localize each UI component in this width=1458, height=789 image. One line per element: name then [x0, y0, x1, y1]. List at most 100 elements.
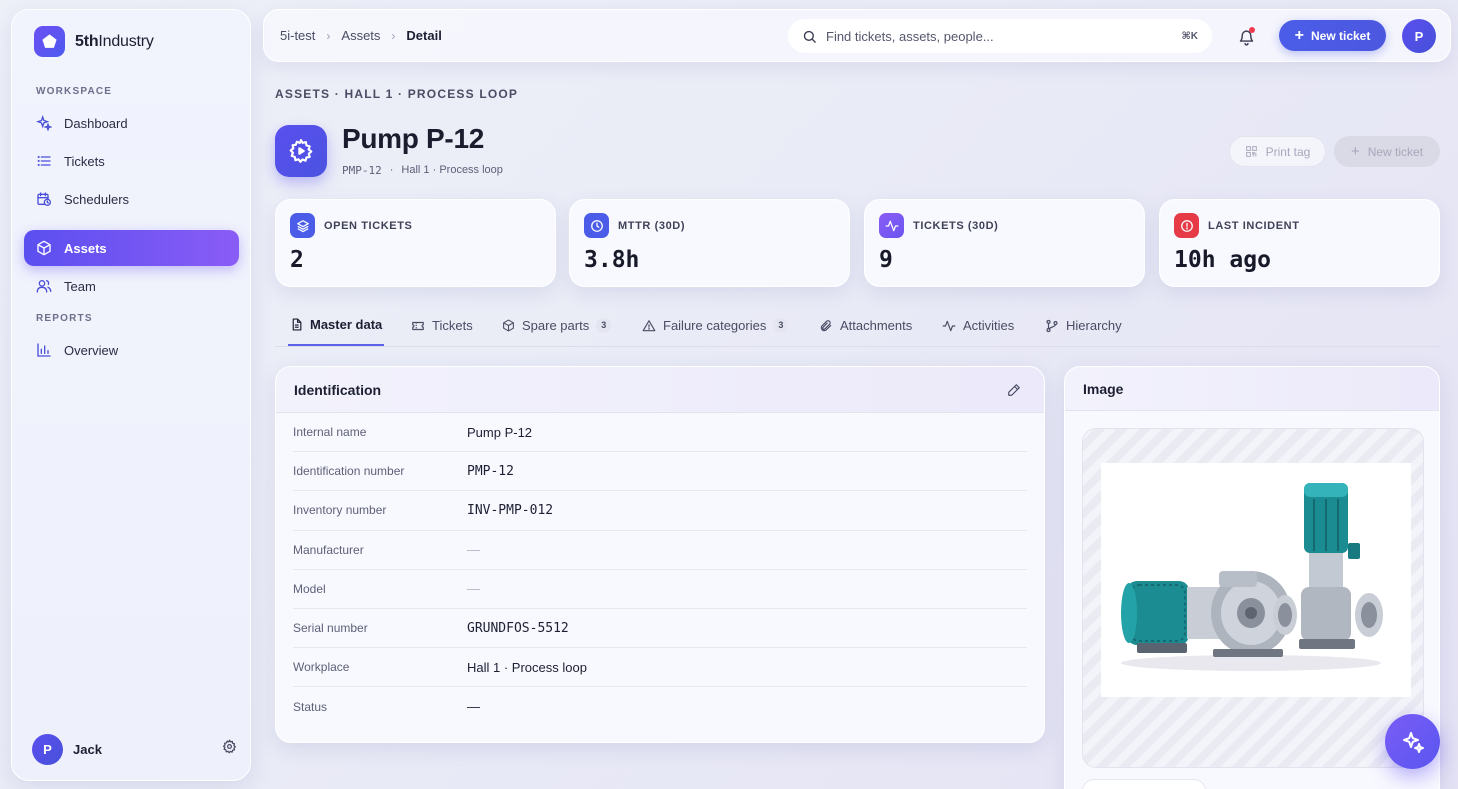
sidebar-item-schedulers[interactable]: Schedulers — [24, 181, 239, 217]
print-tag-label: Print tag — [1265, 144, 1311, 159]
tab-hierarchy[interactable]: Hierarchy — [1043, 305, 1124, 346]
brand-name: 5thIndustry — [75, 32, 154, 50]
sidebar-item-dashboard[interactable]: Dashboard — [24, 105, 239, 141]
edit-button[interactable] — [1002, 378, 1026, 402]
field-workplace: Workplace Hall 1 · Process loop — [293, 648, 1027, 688]
field-label: Model — [293, 581, 326, 596]
stat-label: OPEN TICKETS — [324, 219, 413, 232]
field-label: Serial number — [293, 621, 368, 636]
card-header: Image — [1065, 367, 1439, 411]
tab-label: Failure categories — [663, 318, 767, 333]
sidebar-item-team[interactable]: Team — [24, 268, 239, 304]
ai-assistant-button[interactable] — [1385, 714, 1440, 769]
list-icon — [37, 155, 51, 167]
tab-label: Spare parts — [522, 318, 590, 333]
search-box[interactable]: ⌘K — [788, 19, 1212, 53]
top-bar: 5i-test › Assets › Detail ⌘K + New ticke… — [263, 9, 1451, 62]
search-icon — [803, 30, 816, 43]
card-title: Identification — [294, 381, 382, 398]
sidebar-item-label: Dashboard — [64, 115, 128, 131]
bar-chart-icon — [37, 343, 51, 357]
breadcrumb: 5i-test › Assets › Detail — [280, 28, 442, 43]
tab-label: Tickets — [432, 318, 473, 333]
stat-open-tickets[interactable]: OPEN TICKETS 2 — [275, 199, 556, 287]
brand[interactable]: 5thIndustry — [34, 26, 154, 57]
gear-play-icon — [289, 139, 313, 163]
new-ticket-label: New ticket — [1310, 28, 1371, 43]
field-label: Inventory number — [293, 503, 387, 518]
sidebar-item-assets[interactable]: Assets — [24, 230, 239, 266]
nav-section-reports: REPORTS — [36, 313, 93, 324]
tab-master-data[interactable]: Master data — [288, 305, 385, 346]
stat-mttr[interactable]: MTTR (30D) 3.8h — [569, 199, 850, 287]
top-avatar[interactable]: P — [1402, 19, 1436, 53]
calendar-clock-icon — [37, 192, 51, 206]
activity-icon — [942, 320, 956, 331]
asset-code: PMP-12 — [342, 164, 382, 177]
count-badge: 3 — [773, 318, 789, 333]
nav-section-workspace: WORKSPACE — [36, 86, 113, 97]
box-icon — [503, 319, 514, 332]
field-status: Status — — [293, 687, 1027, 726]
paperclip-icon — [820, 319, 832, 331]
image-frame[interactable] — [1082, 428, 1424, 768]
plus-icon: + — [1294, 26, 1304, 44]
field-label: Workplace — [293, 660, 350, 675]
breadcrumb-item-workspace[interactable]: 5i-test — [280, 28, 315, 43]
sparkle-icon — [1402, 731, 1424, 753]
new-ticket-label: New ticket — [1367, 144, 1424, 159]
stat-tickets-30d[interactable]: TICKETS (30D) 9 — [864, 199, 1145, 287]
field-model: Model — — [293, 570, 1027, 609]
tab-spare-parts[interactable]: Spare parts 3 — [500, 305, 613, 346]
field-value: — — [467, 581, 480, 597]
field-value: Pump P-12 — [467, 424, 533, 440]
card-title: Image — [1083, 380, 1124, 397]
sparkle-icon — [36, 115, 52, 131]
tab-failure-categories[interactable]: Failure categories 3 — [640, 305, 790, 346]
notifications-button[interactable] — [1234, 25, 1258, 49]
asset-subtitle: PMP-12 · Hall 1 · Process loop — [342, 164, 503, 177]
field-internal-name: Internal name Pump P-12 — [293, 413, 1027, 453]
field-list: Internal name Pump P-12 Identification n… — [276, 413, 1044, 727]
warning-triangle-icon — [642, 319, 656, 331]
git-branch-icon — [1046, 319, 1058, 332]
layers-icon — [290, 213, 315, 238]
field-label: Status — [293, 699, 328, 714]
print-tag-button[interactable]: Print tag — [1229, 136, 1326, 167]
sidebar-item-label: Assets — [64, 240, 107, 256]
new-ticket-button[interactable]: + New ticket — [1279, 20, 1386, 51]
image-action-pill[interactable] — [1082, 779, 1206, 789]
sidebar-item-tickets[interactable]: Tickets — [24, 143, 239, 179]
asset-location: Hall 1 · Process loop — [401, 164, 503, 176]
chevron-right-icon: › — [326, 28, 331, 43]
field-manufacturer: Manufacturer — — [293, 531, 1027, 570]
ticket-icon — [412, 321, 424, 330]
field-value: PMP-12 — [467, 463, 514, 479]
breadcrumb-item-assets[interactable]: Assets — [341, 28, 380, 43]
stat-label: LAST INCIDENT — [1208, 219, 1300, 232]
field-identification-number: Identification number PMP-12 — [293, 452, 1027, 492]
sidebar-item-label: Schedulers — [64, 191, 130, 207]
gear-icon[interactable] — [222, 739, 237, 759]
stat-last-incident[interactable]: LAST INCIDENT 10h ago — [1159, 199, 1440, 287]
card-header: Identification — [276, 367, 1044, 413]
field-value: GRUNDFOS-5512 — [467, 620, 569, 636]
new-ticket-secondary-button[interactable]: + New ticket — [1334, 136, 1440, 167]
identification-card: Identification Internal name Pump P-12 I… — [275, 366, 1045, 743]
plus-icon: + — [1350, 142, 1360, 160]
tab-attachments[interactable]: Attachments — [817, 305, 914, 346]
alert-icon — [1174, 213, 1199, 238]
user-profile[interactable]: P Jack — [32, 733, 237, 765]
field-inventory-number: Inventory number INV-PMP-012 — [293, 491, 1027, 531]
field-value: — — [467, 542, 480, 558]
sidebar-item-label: Overview — [64, 342, 119, 358]
field-value: — — [467, 699, 480, 715]
tab-activities[interactable]: Activities — [940, 305, 1016, 346]
search-input[interactable] — [826, 28, 1173, 44]
sidebar-item-label: Tickets — [64, 153, 105, 169]
page-title: Pump P-12 — [342, 123, 485, 154]
tab-tickets[interactable]: Tickets — [409, 305, 475, 346]
activity-icon — [879, 213, 904, 238]
sidebar-item-overview[interactable]: Overview — [24, 332, 239, 368]
asset-path: ASSETS · HALL 1 · PROCESS LOOP — [275, 87, 519, 101]
